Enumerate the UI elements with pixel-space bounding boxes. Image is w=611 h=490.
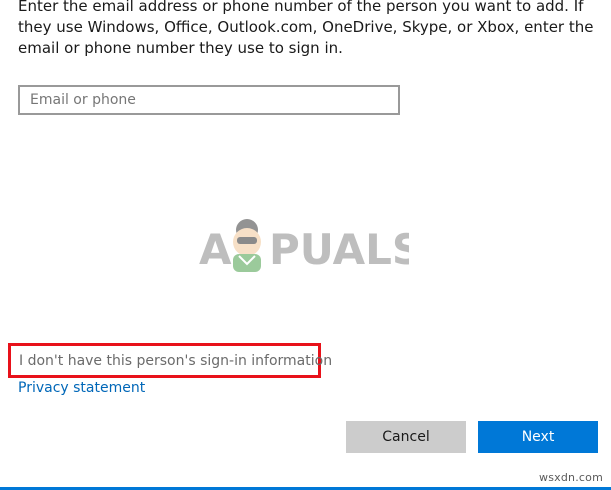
watermark-letter-a: A [199,225,232,272]
no-signin-info-link[interactable]: I don't have this person's sign-in infor… [8,343,332,378]
mascot-icon [233,219,261,272]
site-credit-text: wsxdn.com [539,471,603,484]
instruction-text: Enter the email address or phone number … [18,0,594,57]
cancel-button[interactable]: Cancel [346,421,466,453]
next-button[interactable]: Next [478,421,598,453]
watermark-letters-puals: PUALS [269,225,409,272]
privacy-statement-link[interactable]: Privacy statement [18,378,145,398]
email-or-phone-input[interactable] [18,85,400,115]
no-signin-info-label: I don't have this person's sign-in infor… [19,352,333,369]
appuals-watermark-logo: A PUALS [199,219,409,272]
